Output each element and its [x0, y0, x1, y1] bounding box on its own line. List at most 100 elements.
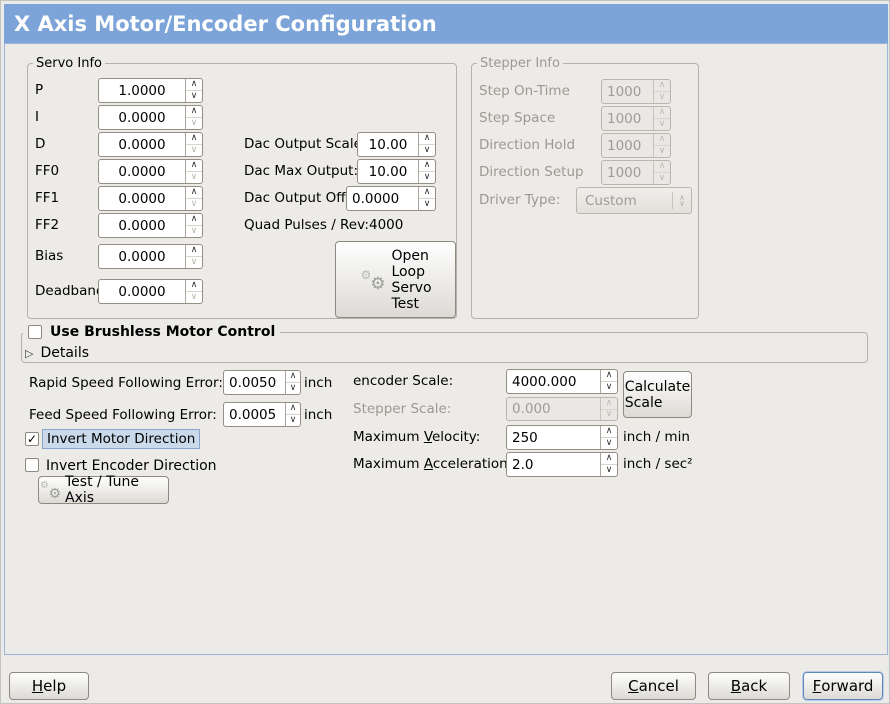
dac-output-offset-spinbox[interactable]: 0.0000 ∧∨: [346, 186, 436, 211]
spin-down-icon[interactable]: ∨: [186, 291, 202, 303]
servo-info-legend: Servo Info: [33, 56, 105, 71]
spin-down-icon: ∨: [654, 145, 670, 157]
i-label: I: [35, 109, 39, 125]
spin-up-icon[interactable]: ∧: [186, 187, 202, 198]
bias-value: 0.0000: [99, 245, 185, 268]
spin-up-icon[interactable]: ∧: [186, 214, 202, 225]
spin-down-icon[interactable]: ∨: [419, 144, 435, 156]
driver-type-combobox: Custom ∧∨: [576, 187, 692, 214]
brushless-checkbox[interactable]: [28, 325, 42, 339]
d-value: 0.0000: [99, 133, 185, 156]
spin-up-icon[interactable]: ∧: [186, 79, 202, 90]
spin-buttons[interactable]: ∧∨: [185, 160, 202, 183]
spin-down-icon[interactable]: ∨: [286, 414, 300, 426]
test-tune-button-label: Test / Tune Axis: [65, 474, 168, 506]
deadband-spinbox[interactable]: 0.0000 ∧∨: [98, 279, 203, 304]
spin-down-icon[interactable]: ∨: [419, 171, 435, 183]
spin-buttons[interactable]: ∧∨: [600, 453, 617, 476]
d-spinbox[interactable]: 0.0000 ∧∨: [98, 132, 203, 157]
test-tune-axis-button[interactable]: ⚙⚙ Test / Tune Axis: [38, 476, 169, 504]
spin-buttons[interactable]: ∧∨: [418, 133, 435, 156]
step-space-spinbox: 1000 ∧∨: [601, 106, 671, 131]
spin-buttons[interactable]: ∧∨: [600, 370, 617, 393]
p-value: 1.0000: [99, 79, 185, 102]
ff2-spinbox[interactable]: 0.0000 ∧∨: [98, 213, 203, 238]
spin-down-icon[interactable]: ∨: [186, 171, 202, 183]
step-space-label: Step Space: [479, 110, 555, 126]
spin-down-icon[interactable]: ∨: [286, 382, 300, 394]
spin-up-icon[interactable]: ∧: [186, 280, 202, 291]
ff0-spinbox[interactable]: 0.0000 ∧∨: [98, 159, 203, 184]
invert-motor-label[interactable]: Invert Motor Direction: [42, 429, 200, 449]
spin-buttons[interactable]: ∧∨: [185, 214, 202, 237]
spin-up-icon[interactable]: ∧: [601, 426, 617, 437]
dialog-window: X Axis Motor/Encoder Configuration Servo…: [0, 0, 890, 704]
spin-up-icon[interactable]: ∧: [186, 106, 202, 117]
direction-hold-value: 1000: [602, 134, 653, 157]
spin-buttons[interactable]: ∧∨: [185, 133, 202, 156]
brushless-checkbox-row[interactable]: Use Brushless Motor Control: [23, 323, 280, 341]
details-expander[interactable]: ▷ Details: [25, 345, 89, 361]
back-button[interactable]: Back: [708, 672, 790, 700]
spin-buttons[interactable]: ∧∨: [185, 106, 202, 129]
dac-max-output-spinbox[interactable]: 10.00 ∧∨: [357, 159, 436, 184]
spin-up-icon[interactable]: ∧: [186, 133, 202, 144]
spin-down-icon[interactable]: ∨: [419, 198, 435, 210]
spin-down-icon[interactable]: ∨: [186, 90, 202, 102]
forward-button[interactable]: Forward: [803, 672, 883, 700]
encoder-scale-spinbox[interactable]: 4000.000 ∧∨: [506, 369, 618, 394]
spin-down-icon[interactable]: ∨: [186, 198, 202, 210]
spin-buttons[interactable]: ∧∨: [185, 79, 202, 102]
expander-arrow-icon: ▷: [25, 347, 33, 360]
invert-encoder-checkbox[interactable]: [25, 458, 39, 472]
spin-up-icon[interactable]: ∧: [419, 187, 435, 198]
spin-down-icon[interactable]: ∨: [601, 437, 617, 449]
spin-up-icon[interactable]: ∧: [419, 133, 435, 144]
cancel-button[interactable]: Cancel: [611, 672, 696, 700]
invert-encoder-label[interactable]: Invert Encoder Direction: [46, 458, 217, 474]
i-spinbox[interactable]: 0.0000 ∧∨: [98, 105, 203, 130]
brushless-checkbox-label[interactable]: Use Brushless Motor Control: [50, 324, 275, 340]
invert-motor-checkbox[interactable]: ✓: [25, 432, 39, 446]
spin-up-icon[interactable]: ∧: [286, 403, 300, 414]
spin-up-icon[interactable]: ∧: [601, 370, 617, 381]
p-spinbox[interactable]: 1.0000 ∧∨: [98, 78, 203, 103]
spin-down-icon[interactable]: ∨: [601, 381, 617, 393]
spin-up-icon[interactable]: ∧: [601, 453, 617, 464]
calculate-scale-button[interactable]: Calculate Scale: [623, 371, 692, 418]
spin-buttons[interactable]: ∧∨: [185, 187, 202, 210]
max-velocity-value: 250: [507, 426, 600, 449]
ff1-label: FF1: [35, 190, 59, 206]
spin-down-icon[interactable]: ∨: [186, 256, 202, 268]
spin-up-icon[interactable]: ∧: [186, 160, 202, 171]
spin-up-icon[interactable]: ∧: [286, 371, 300, 382]
spin-down-icon[interactable]: ∨: [186, 225, 202, 237]
spin-buttons[interactable]: ∧∨: [600, 426, 617, 449]
dac-max-output-value: 10.00: [358, 160, 418, 183]
max-acceleration-spinbox[interactable]: 2.0 ∧∨: [506, 452, 618, 477]
spin-buttons[interactable]: ∧∨: [285, 403, 300, 426]
spin-buttons[interactable]: ∧∨: [185, 245, 202, 268]
max-velocity-spinbox[interactable]: 250 ∧∨: [506, 425, 618, 450]
encoder-scale-value: 4000.000: [507, 370, 600, 393]
spin-buttons[interactable]: ∧∨: [418, 160, 435, 183]
open-loop-servo-test-button[interactable]: ⚙⚙ Open Loop Servo Test: [335, 241, 456, 318]
spin-down-icon[interactable]: ∨: [186, 117, 202, 129]
rapid-following-error-spinbox[interactable]: 0.0050 ∧∨: [223, 370, 301, 395]
spin-buttons[interactable]: ∧∨: [418, 187, 435, 210]
spin-down-icon[interactable]: ∨: [186, 144, 202, 156]
spin-up-icon[interactable]: ∧: [186, 245, 202, 256]
spin-up-icon[interactable]: ∧: [419, 160, 435, 171]
spin-buttons[interactable]: ∧∨: [285, 371, 300, 394]
feed-following-error-spinbox[interactable]: 0.0005 ∧∨: [223, 402, 301, 427]
help-button[interactable]: Help: [9, 672, 89, 700]
spin-up-icon: ∧: [654, 80, 670, 91]
ff1-spinbox[interactable]: 0.0000 ∧∨: [98, 186, 203, 211]
bias-spinbox[interactable]: 0.0000 ∧∨: [98, 244, 203, 269]
dac-output-scale-spinbox[interactable]: 10.00 ∧∨: [357, 132, 436, 157]
driver-type-value: Custom: [577, 193, 672, 209]
feed-following-error-label: Feed Speed Following Error:: [29, 407, 217, 423]
spin-down-icon[interactable]: ∨: [601, 464, 617, 476]
spin-buttons[interactable]: ∧∨: [185, 280, 202, 303]
feed-following-error-value: 0.0005: [224, 403, 285, 426]
